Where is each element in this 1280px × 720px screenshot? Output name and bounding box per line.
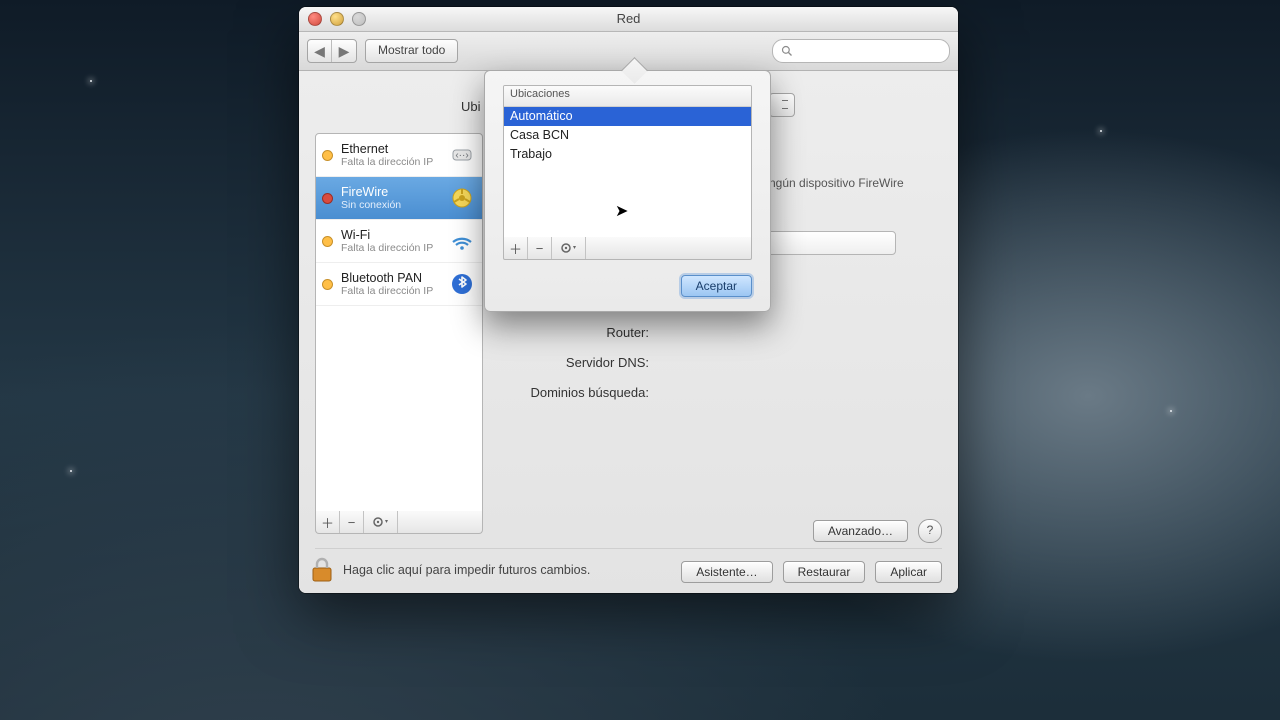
close-icon[interactable]: [308, 12, 322, 26]
status-dot-icon: [322, 236, 333, 247]
search-input[interactable]: [772, 39, 950, 63]
remove-service-button[interactable]: −: [340, 511, 364, 533]
lock-icon: [311, 557, 333, 583]
status-dot-icon: [322, 193, 333, 204]
firewire-status-fragment: ngún dispositivo FireWire: [769, 176, 904, 190]
ethernet-icon: ‹··›: [448, 141, 476, 169]
window-title: Red: [617, 11, 641, 26]
service-ethernet[interactable]: Ethernet Falta la dirección IP ‹··›: [316, 134, 482, 177]
firewire-icon: [448, 184, 476, 212]
divider: [315, 548, 942, 549]
dns-label: Servidor DNS:: [509, 355, 649, 370]
location-item[interactable]: Trabajo: [504, 145, 751, 164]
status-dot-icon: [322, 279, 333, 290]
service-bluetooth[interactable]: Bluetooth PAN Falta la dirección IP: [316, 263, 482, 306]
show-all-button[interactable]: Mostrar todo: [365, 39, 458, 63]
advanced-button[interactable]: Avanzado…: [813, 520, 908, 542]
forward-button[interactable]: ▶: [332, 40, 356, 62]
location-actions-button[interactable]: [552, 237, 586, 259]
location-item[interactable]: Automático: [504, 107, 751, 126]
back-button[interactable]: ◀: [308, 40, 332, 62]
status-dot-icon: [322, 150, 333, 161]
service-status: Sin conexión: [341, 199, 448, 211]
assistant-button[interactable]: Asistente…: [681, 561, 772, 583]
service-name: Wi-Fi: [341, 228, 448, 242]
gear-icon: [560, 241, 578, 255]
service-list-footer: ＋ −: [315, 511, 483, 534]
gear-icon: [372, 515, 390, 529]
search-domains-label: Dominios búsqueda:: [479, 385, 649, 400]
router-label: Router:: [529, 325, 649, 340]
service-status: Falta la dirección IP: [341, 242, 448, 254]
desktop-background: Red ◀ ▶ Mostrar todo Ubi: [0, 0, 1280, 720]
remove-location-button[interactable]: −: [528, 237, 552, 259]
nav-back-forward: ◀ ▶: [307, 39, 357, 63]
titlebar[interactable]: Red: [299, 7, 958, 32]
service-actions-button[interactable]: [364, 511, 398, 533]
mouse-cursor-icon: ➤: [615, 201, 628, 221]
service-firewire[interactable]: FireWire Sin conexión: [316, 177, 482, 220]
service-wifi[interactable]: Wi-Fi Falta la dirección IP: [316, 220, 482, 263]
service-name: FireWire: [341, 185, 448, 199]
search-icon: [781, 45, 793, 57]
zoom-icon[interactable]: [352, 12, 366, 26]
restore-button[interactable]: Restaurar: [783, 561, 866, 583]
locations-footer: ＋ −: [503, 237, 752, 260]
service-status: Falta la dirección IP: [341, 156, 448, 168]
service-status: Falta la dirección IP: [341, 285, 448, 297]
location-dropdown[interactable]: [769, 93, 795, 117]
add-location-button[interactable]: ＋: [504, 237, 528, 259]
lock-text: Haga clic aquí para impedir futuros camb…: [343, 563, 590, 577]
location-item[interactable]: Casa BCN: [504, 126, 751, 145]
locations-popover: Ubicaciones Automático Casa BCN Trabajo …: [484, 70, 771, 312]
minimize-icon[interactable]: [330, 12, 344, 26]
service-name: Ethernet: [341, 142, 448, 156]
service-list: Ethernet Falta la dirección IP ‹··› Fire…: [315, 133, 483, 513]
window-controls: [308, 12, 366, 26]
help-button[interactable]: ?: [918, 519, 942, 543]
svg-text:‹··›: ‹··›: [455, 150, 468, 161]
service-name: Bluetooth PAN: [341, 271, 448, 285]
wifi-icon: [448, 227, 476, 255]
accept-button[interactable]: Aceptar: [681, 275, 752, 297]
lock-row[interactable]: Haga clic aquí para impedir futuros camb…: [311, 557, 590, 583]
bluetooth-icon: [448, 270, 476, 298]
location-label: Ubi: [461, 99, 481, 114]
add-service-button[interactable]: ＋: [316, 511, 340, 533]
bottom-button-row: Asistente… Restaurar Aplicar: [681, 561, 942, 583]
apply-button[interactable]: Aplicar: [875, 561, 942, 583]
locations-header: Ubicaciones: [504, 86, 751, 107]
